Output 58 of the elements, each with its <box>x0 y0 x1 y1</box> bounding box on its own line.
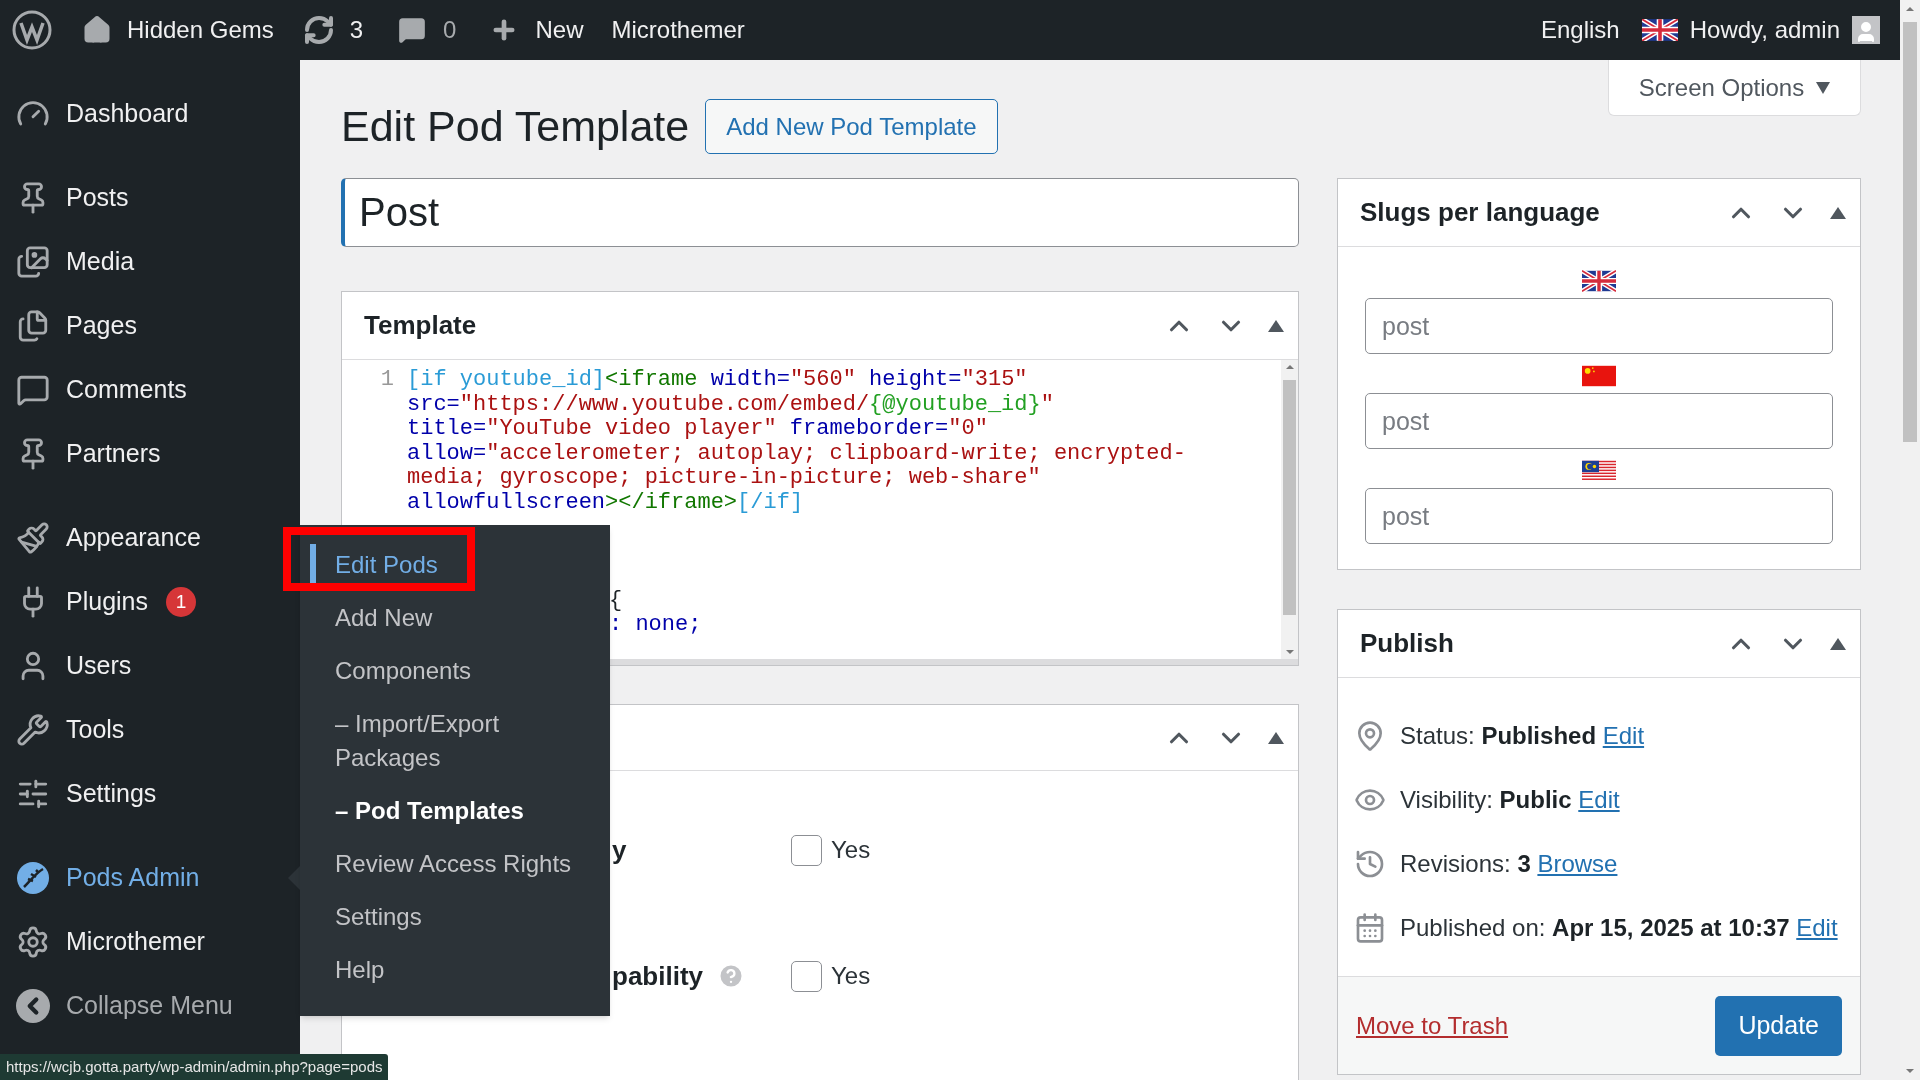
update-button[interactable]: Update <box>1715 995 1842 1056</box>
submenu-item[interactable]: Components <box>335 653 472 688</box>
site-name-link[interactable]: Hidden Gems <box>127 12 274 48</box>
sidebar-item[interactable]: Plugins 1 <box>0 570 300 634</box>
sidebar-item[interactable]: Tools <box>0 698 300 762</box>
title-input[interactable]: Post <box>341 178 1299 247</box>
count-badge: 1 <box>166 587 196 617</box>
line-number: 1 <box>380 367 394 392</box>
edit-link[interactable]: Edit <box>1796 914 1838 941</box>
submenu-item[interactable]: Settings <box>335 899 422 934</box>
comments-count[interactable]: 0 <box>443 12 457 48</box>
collapse-menu-button[interactable]: Collapse Menu <box>0 974 300 1038</box>
language-link[interactable]: English <box>1541 12 1620 48</box>
slug-input[interactable]: post <box>1365 393 1833 449</box>
sidebar-item[interactable]: Comments <box>0 358 300 422</box>
edit-link[interactable]: Edit <box>1578 786 1620 813</box>
updates-count[interactable]: 3 <box>349 12 364 48</box>
sidebar-item[interactable]: Partners <box>0 422 300 486</box>
publish-detail: Visibility: Public Edit <box>1400 785 1620 815</box>
field-label: y <box>612 833 627 867</box>
panel-title: Slugs per language <box>1360 196 1600 229</box>
status-url: https://wcjb.gotta.party/wp-admin/admin.php?page=pods <box>0 1054 389 1080</box>
submenu-item[interactable]: – Pod Templates <box>335 793 524 828</box>
sidebar-item[interactable]: Settings <box>0 762 300 826</box>
trash-link[interactable]: Move to Trash <box>1356 1007 1509 1044</box>
edit-link[interactable]: Edit <box>1602 722 1645 749</box>
submenu-item[interactable]: – Import/Export Packages <box>335 706 596 775</box>
sidebar-item[interactable]: Dashboard <box>0 82 300 146</box>
code-fragment: : none; <box>609 612 702 637</box>
publish-detail: Revisions: 3 Browse <box>1400 849 1618 879</box>
add-new-button[interactable]: Add New Pod Template <box>705 99 998 154</box>
sidebar-item[interactable]: Posts <box>0 166 300 230</box>
field-label: pability <box>612 959 703 993</box>
panel-title: Publish <box>1360 627 1454 660</box>
plugin-link[interactable]: Microthemer <box>611 12 745 48</box>
submenu-item[interactable]: Add New <box>335 600 433 635</box>
sidebar-item[interactable]: Pages <box>0 294 300 358</box>
slug-input[interactable]: post <box>1365 298 1833 354</box>
submenu-item[interactable]: Edit Pods <box>335 547 438 582</box>
new-link[interactable]: New <box>535 12 584 48</box>
sidebar-item[interactable]: Appearance <box>0 506 300 570</box>
slug-input[interactable]: post <box>1365 488 1833 544</box>
sidebar-item[interactable]: Users <box>0 634 300 698</box>
page-heading: Edit Pod Template <box>341 101 690 153</box>
checkbox-label: Yes <box>831 961 871 991</box>
sidebar-item[interactable]: Media <box>0 230 300 294</box>
checkbox-label: Yes <box>831 835 871 865</box>
submenu-item[interactable]: Review Access Rights <box>335 846 572 881</box>
publish-detail: Status: Published Edit <box>1400 721 1645 751</box>
code-fragment: { <box>609 587 623 613</box>
submenu-item[interactable]: Help <box>335 952 385 987</box>
greeting-link[interactable]: Howdy, admin <box>1689 12 1840 48</box>
code-line: [if youtube_id]<iframe width="560" height="315" src="https://www.youtube.com/embed/{@youtube_id}" title="YouTube video player" frameborder="0" allow="accelerometer; autoplay; clipboard-write; encrypted-media; gyroscope; picture-in-picture; web-share" allowfullscreen></iframe>[/if] <box>407 368 1187 515</box>
publish-detail: Published on: Apr 15, 2025 at 10:37 Edit <box>1400 913 1838 943</box>
screen-options-tab[interactable]: Screen Options <box>1608 60 1861 116</box>
sidebar-item[interactable]: Microthemer <box>0 910 300 974</box>
edit-link[interactable]: Browse <box>1537 850 1618 877</box>
panel-title: Template <box>364 309 477 342</box>
